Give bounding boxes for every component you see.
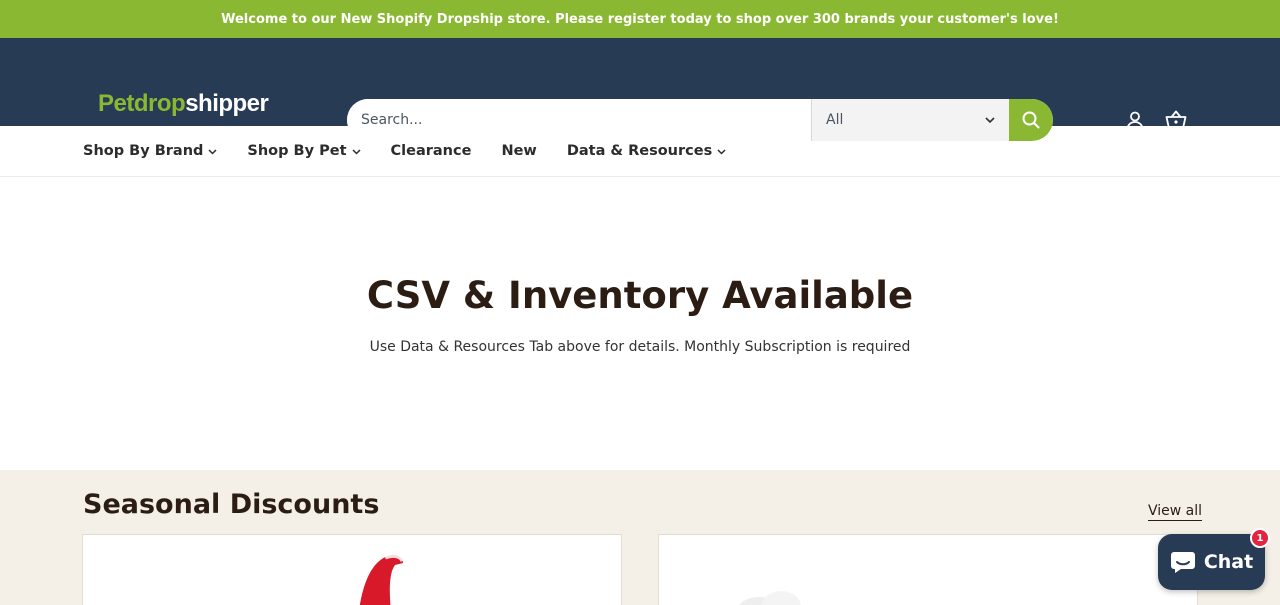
site-header: Petdropshipper All (0, 38, 1280, 141)
account-icon (1126, 111, 1144, 130)
nav-data-resources[interactable]: Data & Resources (567, 143, 726, 159)
chat-label: Chat (1203, 551, 1254, 573)
search-icon (1022, 111, 1040, 129)
cart-button[interactable] (1165, 109, 1187, 131)
product-card[interactable] (82, 534, 622, 605)
logo-part-1: Pet (98, 90, 134, 117)
account-button[interactable] (1124, 109, 1146, 131)
chevron-down-icon (985, 117, 995, 123)
chevron-down-icon (351, 149, 361, 155)
santa-hat-image (359, 552, 406, 605)
nav-shop-by-brand-label: Shop By Brand (83, 143, 204, 159)
chat-bubble-icon (1170, 552, 1195, 573)
chevron-down-icon (717, 149, 726, 155)
announcement-text: Welcome to our New Shopify Dropship stor… (221, 11, 1059, 27)
hero-subtitle: Use Data & Resources Tab above for detai… (369, 339, 911, 355)
section-title: Seasonal Discounts (83, 489, 380, 520)
nav-shop-by-pet[interactable]: Shop By Pet (247, 143, 361, 159)
plush-toy-image (739, 591, 801, 605)
chat-button[interactable]: Chat (1158, 534, 1265, 590)
search-bar: All (347, 99, 1053, 141)
hero-title: CSV & Inventory Available (366, 274, 914, 317)
cart-icon (1165, 110, 1187, 129)
chevron-down-icon (208, 149, 217, 155)
nav-data-resources-label: Data & Resources (566, 143, 713, 159)
search-button[interactable] (1009, 99, 1053, 141)
nav-new-label: New (501, 143, 537, 159)
hero-section: CSV & Inventory Available Use Data & Res… (0, 177, 1280, 470)
logo-part-2: drop (133, 90, 186, 117)
category-select[interactable]: All (811, 99, 1009, 141)
seasonal-discounts-section: Seasonal Discounts View all (0, 470, 1280, 605)
search-input[interactable] (347, 99, 811, 141)
nav-shop-by-pet-label: Shop By Pet (247, 143, 347, 159)
store-logo[interactable]: Petdropshipper (98, 90, 269, 118)
nav-clearance[interactable]: Clearance (391, 143, 472, 159)
logo-part-3: shipper (185, 90, 269, 117)
product-card[interactable] (658, 534, 1198, 605)
view-all-link[interactable]: View all (1148, 503, 1203, 521)
announcement-bar: Welcome to our New Shopify Dropship stor… (0, 0, 1280, 38)
nav-new[interactable]: New (501, 143, 536, 159)
chat-notification-badge: 1 (1250, 528, 1270, 548)
category-select-value: All (826, 112, 844, 128)
nav-clearance-label: Clearance (390, 143, 472, 159)
nav-shop-by-brand[interactable]: Shop By Brand (83, 143, 217, 159)
